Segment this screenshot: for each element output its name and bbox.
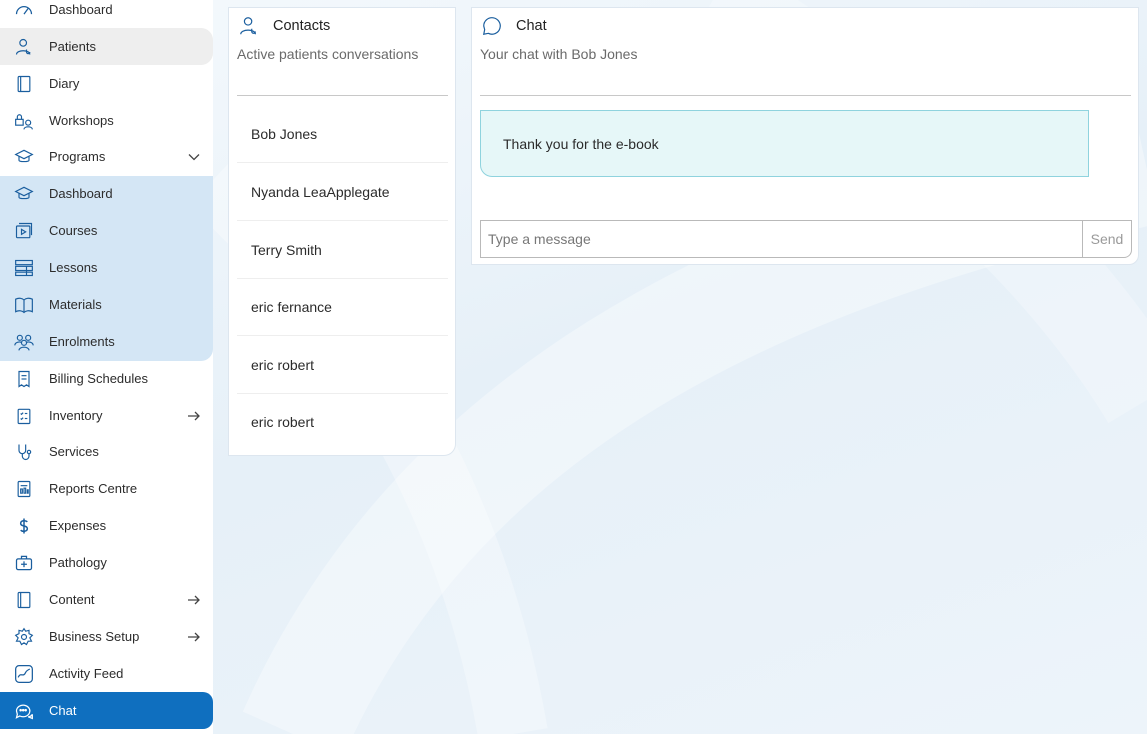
send-button[interactable]: Send <box>1082 220 1132 258</box>
people-icon <box>13 331 35 353</box>
medical-kit-icon <box>13 552 35 574</box>
contact-item[interactable]: eric robert <box>237 336 448 394</box>
divider <box>237 95 448 96</box>
sidebar-item-courses[interactable]: Courses <box>0 212 213 249</box>
contact-item[interactable]: Terry Smith <box>237 221 448 279</box>
user-stethoscope-icon <box>13 36 35 58</box>
contact-item[interactable]: Bob Jones <box>237 105 448 163</box>
sidebar-item-patients[interactable]: Patients <box>0 28 213 65</box>
sidebar-item-expenses[interactable]: Expenses <box>0 507 213 544</box>
sidebar-item-label: Materials <box>49 297 102 312</box>
sidebar-item-label: Lessons <box>49 260 98 275</box>
sidebar-item-workshops[interactable]: Workshops <box>0 102 213 139</box>
chevron-down-icon <box>188 153 200 160</box>
contact-item[interactable]: Nyanda LeaApplegate <box>237 163 448 221</box>
sidebar-item-programs-dashboard[interactable]: Dashboard <box>0 175 213 212</box>
sidebar-item-label: Dashboard <box>49 2 113 17</box>
lesson-stack-icon <box>13 257 35 279</box>
user-stethoscope-icon <box>240 17 257 35</box>
activity-chart-icon <box>13 663 35 685</box>
billing-receipt-icon <box>13 368 35 390</box>
sidebar-item-label: Billing Schedules <box>49 371 149 386</box>
sidebar-item-label: Content <box>49 592 95 607</box>
chat-panel: Chat Your chat with Bob Jones Thank you … <box>471 7 1139 265</box>
video-course-icon <box>13 220 35 242</box>
sidebar-item-materials[interactable]: Materials <box>0 286 213 323</box>
sidebar-item-services[interactable]: Services <box>0 433 213 470</box>
sidebar-item-label: Dashboard <box>49 186 113 201</box>
gear-icon <box>13 626 35 648</box>
graduation-cap-icon <box>13 146 35 168</box>
sidebar-item-content[interactable]: Content <box>0 581 213 618</box>
sidebar-item-reports-centre[interactable]: Reports Centre <box>0 470 213 507</box>
sidebar-item-label: Patients <box>49 39 96 54</box>
gauge-icon <box>13 0 35 21</box>
sidebar-item-label: Diary <box>49 76 80 91</box>
sidebar-item-label: Expenses <box>49 518 107 533</box>
sidebar-item-label: Chat <box>49 703 77 718</box>
dollar-icon <box>13 515 35 537</box>
chat-title: Chat <box>516 18 547 34</box>
graduation-cap-icon <box>13 183 35 205</box>
contact-item[interactable]: eric fernance <box>237 278 448 336</box>
arrow-right-icon <box>188 632 200 641</box>
sidebar-item-label: Inventory <box>49 408 103 423</box>
checklist-icon <box>13 405 35 427</box>
contacts-title: Contacts <box>273 18 331 34</box>
stethoscope-icon <box>13 441 35 463</box>
sidebar-item-diary[interactable]: Diary <box>0 65 213 102</box>
sidebar-item-label: Enrolments <box>49 334 115 349</box>
contact-item[interactable]: eric robert <box>237 393 448 451</box>
book-icon <box>13 589 35 611</box>
sidebar-item-label: Pathology <box>49 555 107 570</box>
report-icon <box>13 478 35 500</box>
message-input[interactable] <box>480 220 1083 258</box>
group-lock-icon <box>13 110 35 132</box>
open-book-icon <box>13 294 35 316</box>
contacts-subtitle: Active patients conversations <box>237 46 419 62</box>
chat-message-text: Thank you for the e-book <box>503 135 659 152</box>
sidebar-item-enrolments[interactable]: Enrolments <box>0 323 213 360</box>
chat-bubbles-icon <box>13 700 35 722</box>
sidebar-item-inventory[interactable]: Inventory <box>0 397 213 434</box>
sidebar-item-lessons[interactable]: Lessons <box>0 249 213 286</box>
divider <box>480 95 1131 96</box>
notebook-icon <box>13 73 35 95</box>
sidebar-item-label: Activity Feed <box>49 666 124 681</box>
sidebar-item-dashboard[interactable]: Dashboard <box>0 0 213 28</box>
chat-subtitle: Your chat with Bob Jones <box>480 46 638 62</box>
sidebar-item-business-setup[interactable]: Business Setup <box>0 618 213 655</box>
sidebar-item-label: Workshops <box>49 113 114 128</box>
sidebar-item-label: Programs <box>49 149 106 164</box>
sidebar-item-programs[interactable]: Programs <box>0 138 213 175</box>
sidebar-item-label: Services <box>49 444 99 459</box>
contacts-panel: Contacts Active patients conversations B… <box>228 7 456 456</box>
sidebar: Dashboard Patients Diary Workshops Progr… <box>0 0 213 734</box>
sidebar-item-chat[interactable]: Chat <box>0 692 213 729</box>
sidebar-item-label: Courses <box>49 223 98 238</box>
arrow-right-icon <box>188 411 200 420</box>
sidebar-item-pathology[interactable]: Pathology <box>0 544 213 581</box>
arrow-right-icon <box>188 595 200 604</box>
sidebar-item-label: Reports Centre <box>49 481 138 496</box>
sidebar-item-billing-schedules[interactable]: Billing Schedules <box>0 360 213 397</box>
sidebar-item-activity-feed[interactable]: Activity Feed <box>0 655 213 692</box>
chat-bubble-icon <box>482 17 501 36</box>
chat-message: Thank you for the e-book <box>480 110 1089 177</box>
sidebar-item-label: Business Setup <box>49 629 140 644</box>
